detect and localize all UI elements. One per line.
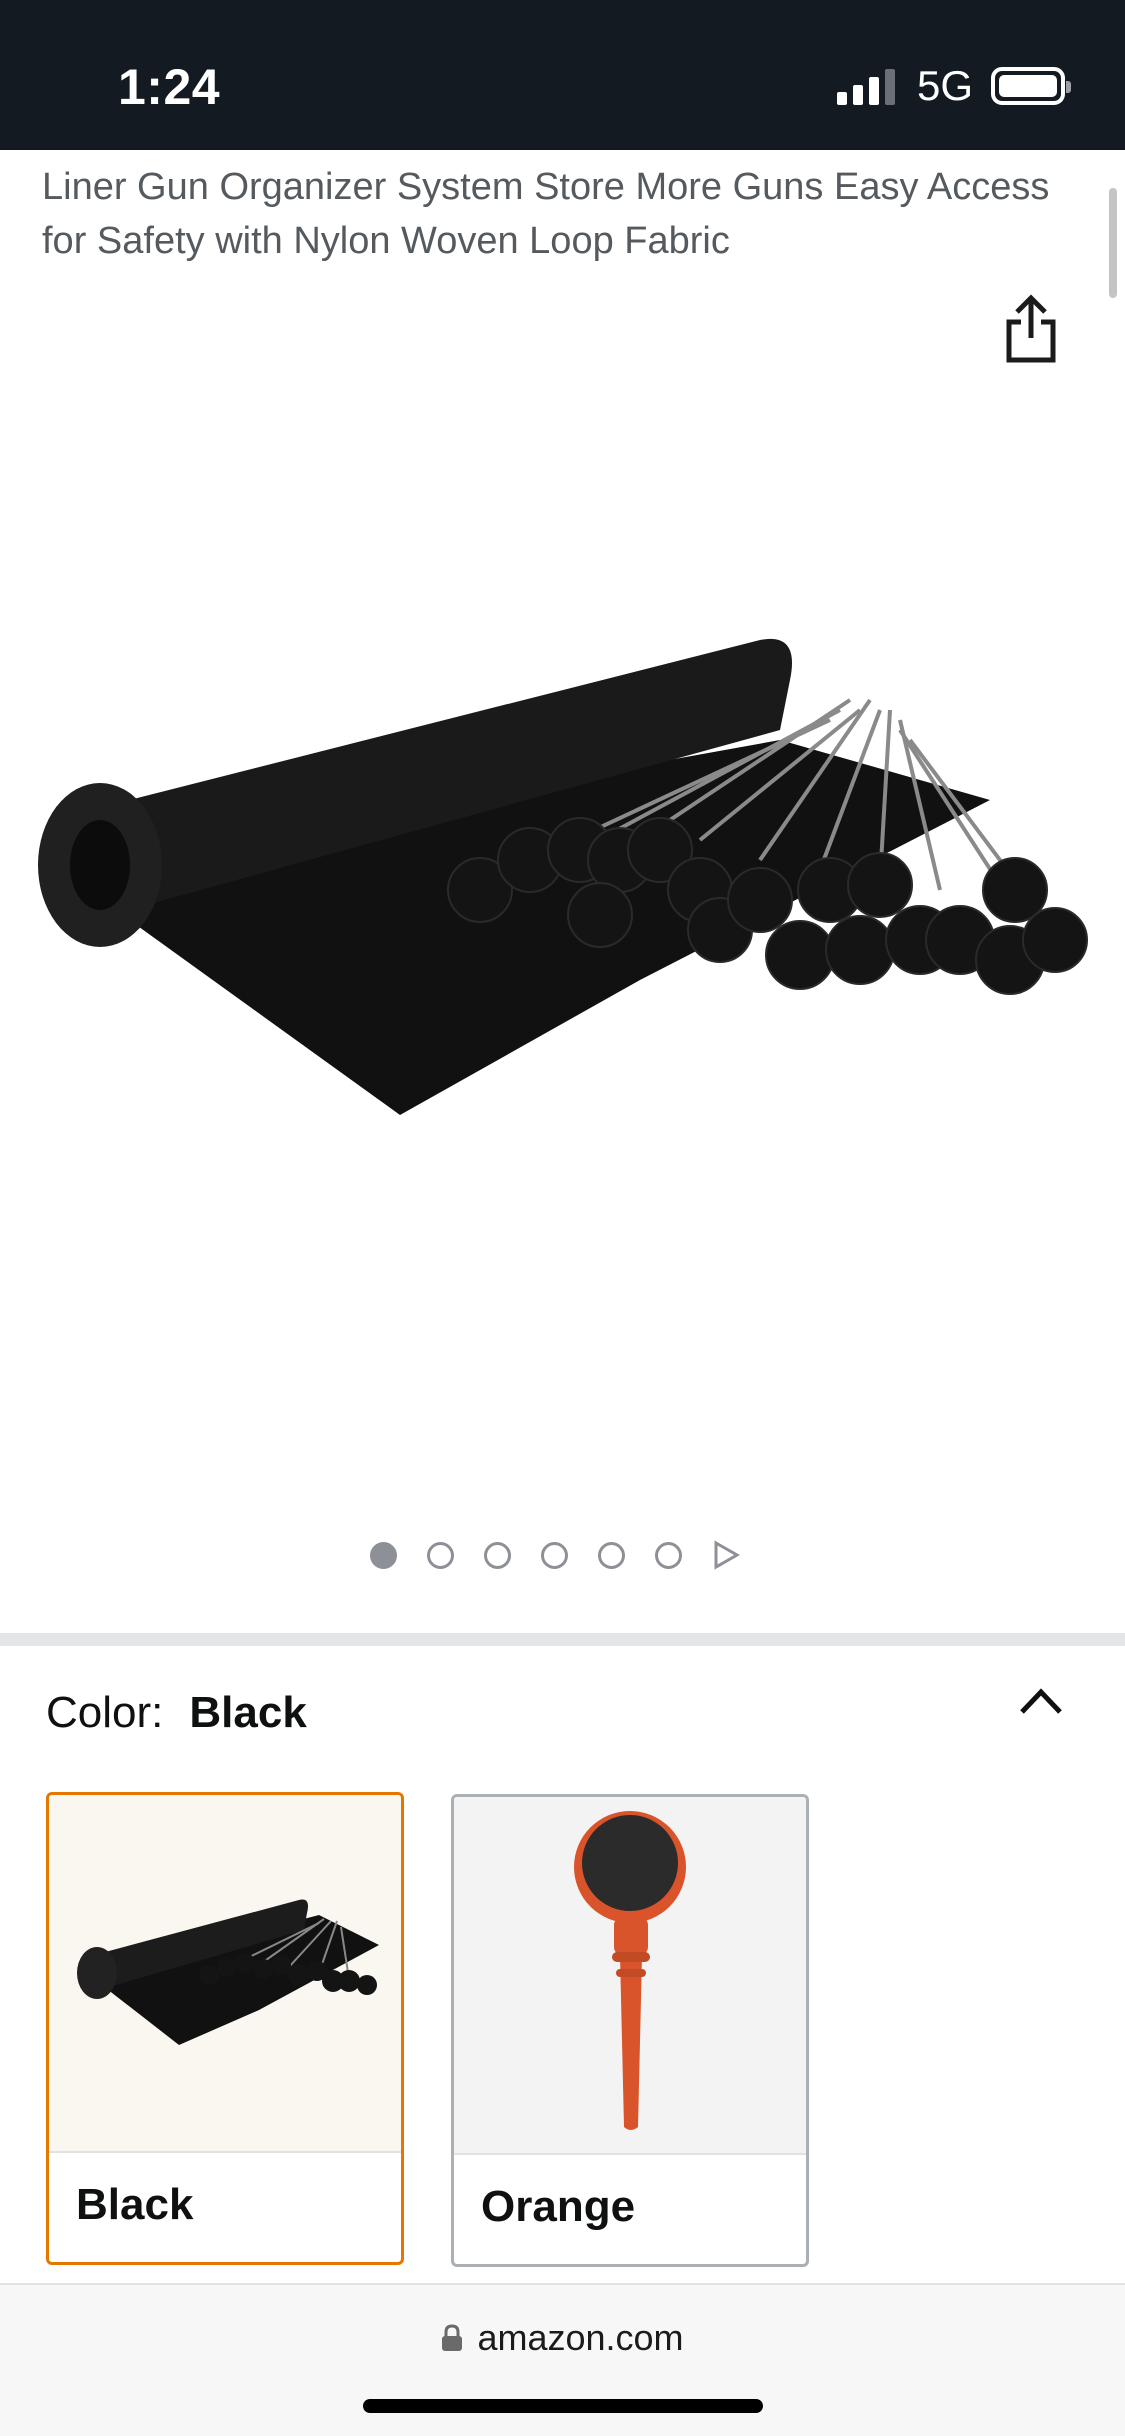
swatch-label: Orange: [481, 2182, 636, 2231]
color-swatch-orange[interactable]: Orange: [451, 1794, 809, 2267]
carousel-dot[interactable]: [655, 1541, 682, 1569]
home-indicator[interactable]: [363, 2399, 763, 2413]
swatch-label: Black: [76, 2180, 194, 2229]
carousel-dot[interactable]: [484, 1541, 511, 1569]
color-swatch-black[interactable]: Black: [46, 1792, 404, 2265]
color-label: Color:: [46, 1688, 164, 1737]
play-icon[interactable]: [712, 1540, 740, 1570]
carousel-dot[interactable]: [370, 1541, 397, 1569]
chevron-up-icon[interactable]: [1018, 1686, 1064, 1716]
battery-icon: [991, 67, 1071, 105]
status-indicators: 5G: [836, 62, 1071, 110]
url-text: amazon.com: [477, 2317, 684, 2358]
carousel-dot[interactable]: [541, 1541, 568, 1569]
network-type: 5G: [916, 62, 973, 109]
color-selector-header: Color: Black: [46, 1688, 307, 1738]
swatch-image: [454, 1797, 806, 2153]
swatch-image: [49, 1795, 401, 2151]
scrollbar[interactable]: [1109, 188, 1117, 298]
browser-address-bar: amazon.com: [0, 2283, 1125, 2436]
swatch-divider: [49, 2151, 401, 2153]
swatch-divider: [454, 2153, 806, 2155]
status-bar: 1:24 5G: [0, 0, 1125, 150]
cellular-signal-icon: [836, 67, 895, 105]
product-image[interactable]: [0, 560, 1125, 1140]
carousel-dot[interactable]: [598, 1541, 625, 1569]
carousel-dot[interactable]: [427, 1541, 454, 1569]
share-icon[interactable]: [1003, 294, 1059, 364]
product-title: Liner Gun Organizer System Store More Gu…: [42, 166, 1050, 262]
url-field[interactable]: amazon.com: [0, 2317, 1125, 2359]
section-divider: [0, 1633, 1125, 1646]
lock-icon: [442, 2324, 463, 2351]
selected-color-value: Black: [189, 1688, 307, 1737]
status-time: 1:24: [118, 59, 221, 115]
image-carousel-dots: [370, 1540, 740, 1570]
